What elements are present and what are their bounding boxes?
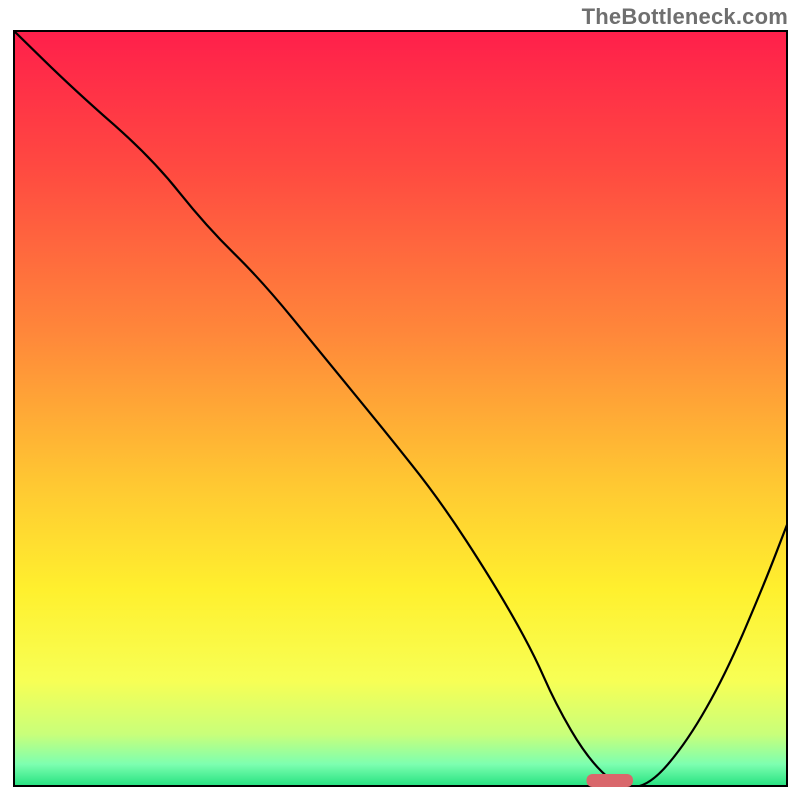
plot-area — [13, 30, 788, 787]
chart-container: TheBottleneck.com — [0, 0, 800, 800]
watermark-text: TheBottleneck.com — [582, 4, 788, 30]
chart-background — [13, 30, 788, 787]
optimal-marker — [587, 774, 634, 787]
chart-svg — [13, 30, 788, 787]
